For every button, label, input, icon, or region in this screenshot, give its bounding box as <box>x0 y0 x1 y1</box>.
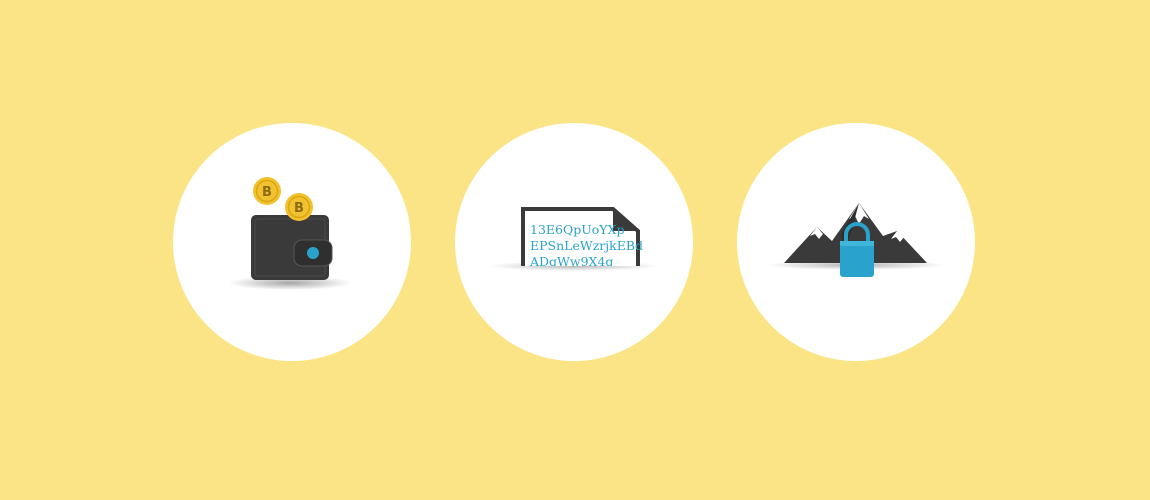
cold-storage-card <box>737 123 975 361</box>
bitcoin-coin-icon: B B <box>253 177 313 221</box>
svg-text:B: B <box>262 185 272 200</box>
wallet-card: B B <box>173 123 411 361</box>
address-line-2: EPSnLeWzrjkEBd <box>530 238 643 253</box>
svg-text:B: B <box>294 201 304 216</box>
paper-document-icon: 13E6QpUoYXp EPSnLeWzrjkEBd ADqWw9X4q <box>489 207 659 271</box>
address-line-1: 13E6QpUoYXp <box>530 222 624 237</box>
mountain-lock-icon <box>766 203 946 277</box>
paper-wallet-card: 13E6QpUoYXp EPSnLeWzrjkEBd ADqWw9X4q <box>455 123 693 361</box>
